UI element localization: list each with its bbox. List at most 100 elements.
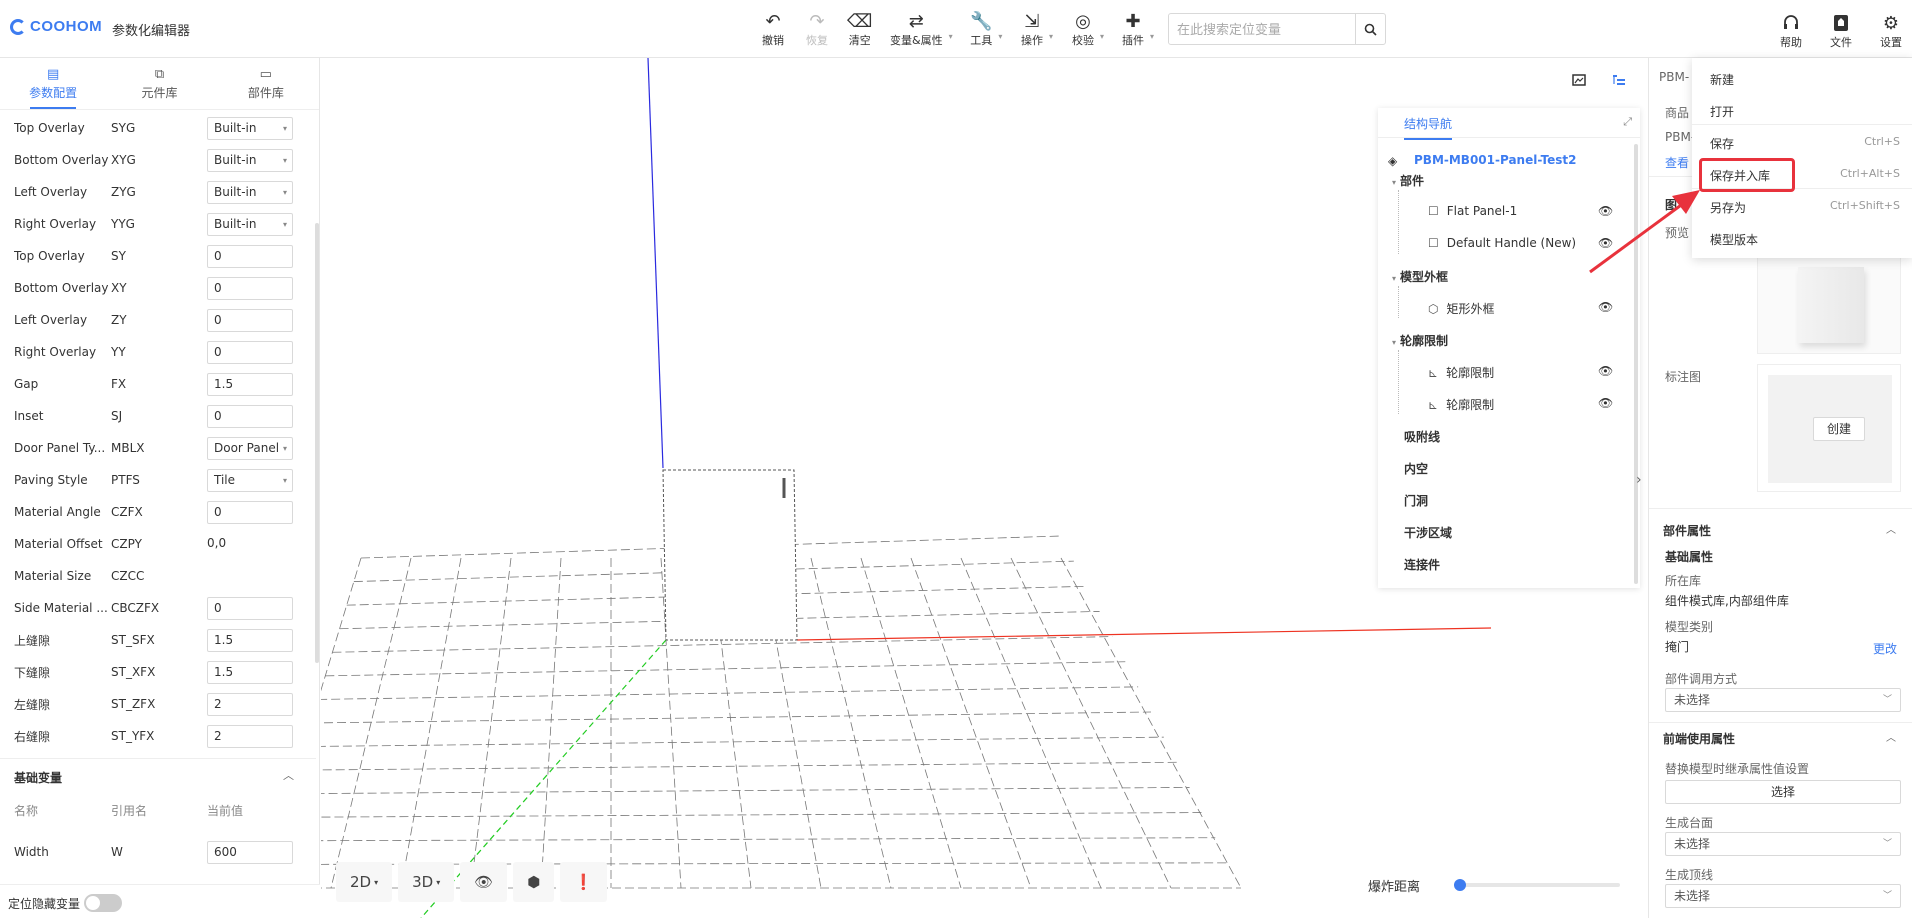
view-3d-button[interactable]: 3D ▾ xyxy=(398,862,455,902)
param-value-input[interactable]: 1.5 xyxy=(207,372,293,396)
search-input[interactable] xyxy=(1169,15,1355,43)
param-name: Top Overlay xyxy=(14,249,85,263)
hide-vars-switch[interactable] xyxy=(84,894,122,912)
eye-icon[interactable]: 👁 xyxy=(1598,236,1613,250)
tree-group[interactable]: ▾ 轮廓限制 xyxy=(1392,332,1448,349)
file-label: 文件 xyxy=(1830,36,1852,49)
param-value-select[interactable]: Built-in ▾ xyxy=(207,180,293,204)
expand-icon[interactable]: ⤢ xyxy=(1623,115,1632,129)
contour-icon: ⊾ xyxy=(1428,366,1439,380)
wrench-icon: 🔧 xyxy=(970,10,993,32)
eye-icon[interactable]: 👁 xyxy=(1598,300,1613,314)
plugin-label: 插件 xyxy=(1122,34,1144,47)
tab-component-library[interactable]: ⧉ 元件库 xyxy=(106,58,212,109)
tree-group[interactable]: 干涉区域 xyxy=(1404,524,1452,541)
app-root: COOHOM 参数化编辑器 ↶ 撤销 ↷ 恢复 ⌫ 清空 ⇄ 变量&属性 ▾ 🔧… xyxy=(0,0,1912,918)
structure-nav-title[interactable]: 结构导航 xyxy=(1404,115,1453,140)
tree-icon[interactable] xyxy=(1612,74,1626,90)
tree-group[interactable]: 门洞 xyxy=(1404,492,1428,509)
tree-group[interactable]: ▾ 模型外框 xyxy=(1392,268,1448,285)
visibility-button[interactable]: 👁 xyxy=(460,862,508,902)
param-value-input[interactable]: 0 xyxy=(207,404,293,428)
slider-knob[interactable] xyxy=(1454,879,1466,891)
tree-group[interactable]: 内空 xyxy=(1404,460,1428,477)
param-name: Left Overlay xyxy=(14,313,88,327)
param-value-input[interactable]: 0 xyxy=(207,500,293,524)
param-value-select[interactable]: Door Panel ▾ xyxy=(207,436,293,460)
menu-item[interactable]: 新建 xyxy=(1692,62,1912,94)
eye-icon[interactable]: 👁 xyxy=(1598,204,1613,218)
param-value-input[interactable]: 0 xyxy=(207,308,293,332)
tree-item[interactable]: ⊾ 轮廓限制 xyxy=(1428,396,1494,413)
select-button[interactable]: 选择 xyxy=(1665,780,1901,804)
tree-group[interactable]: 连接件 xyxy=(1404,556,1440,573)
view-2d-button[interactable]: 2D ▾ xyxy=(336,862,393,902)
tab-part-library[interactable]: ▭ 部件库 xyxy=(213,58,319,109)
param-value-input[interactable]: 0 xyxy=(207,340,293,364)
tree-item[interactable]: ⬡ 矩形外框 xyxy=(1428,300,1495,317)
basic-vars-header[interactable]: 基础变量 ︿ xyxy=(0,758,316,792)
view-link[interactable]: 查看 xyxy=(1665,154,1689,171)
basic-props-title: 基础属性 xyxy=(1665,550,1714,564)
param-value-text: 0,0 xyxy=(207,535,227,550)
param-icon: ▤ xyxy=(47,66,60,82)
tools-label: 工具 xyxy=(970,34,993,47)
operate-button[interactable]: ⇲ 操作 ▾ xyxy=(1021,10,1053,48)
left-scrollbar[interactable] xyxy=(315,223,319,663)
eye-icon[interactable]: 👁 xyxy=(1598,396,1613,410)
param-value-input[interactable]: 2 xyxy=(207,724,293,748)
divider xyxy=(1649,722,1912,723)
param-value-input[interactable]: 0 xyxy=(207,596,293,620)
param-value-input[interactable]: 2 xyxy=(207,692,293,716)
eye-icon[interactable]: 👁 xyxy=(1598,364,1613,378)
plugin-button[interactable]: ✚ 插件 ▾ xyxy=(1122,10,1154,48)
warning-button[interactable]: ❗ xyxy=(560,862,608,902)
structure-root[interactable]: PBM-MB001-Panel-Test2 xyxy=(1414,153,1577,167)
nav-scrollbar[interactable] xyxy=(1634,144,1638,584)
tree-item[interactable]: ⊾ 轮廓限制 xyxy=(1428,364,1494,381)
redo-button[interactable]: ↷ 恢复 xyxy=(806,10,828,48)
variable-button[interactable]: ⇄ 变量&属性 ▾ xyxy=(890,10,953,48)
door-panel-model[interactable] xyxy=(662,469,798,641)
gen-top-select[interactable]: 未选择 ﹀ xyxy=(1665,832,1901,856)
param-value-select[interactable]: Tile ▾ xyxy=(207,468,293,492)
tree-group[interactable]: 吸附线 xyxy=(1404,428,1440,445)
param-value-select[interactable]: Built-in ▾ xyxy=(207,148,293,172)
call-mode-select[interactable]: 未选择 ﹀ xyxy=(1665,688,1901,712)
settings-button[interactable]: ⚙ 设置 xyxy=(1880,12,1902,50)
param-value-text: 0 xyxy=(214,248,222,263)
param-value-select[interactable]: Built-in ▾ xyxy=(207,116,293,140)
check-button[interactable]: ◎ 校验 ▾ xyxy=(1072,10,1104,48)
param-value-input[interactable]: 1.5 xyxy=(207,628,293,652)
param-value-input[interactable]: 0 xyxy=(207,276,293,300)
chevron-up-icon[interactable]: ︿ xyxy=(1886,521,1896,536)
menu-item[interactable]: 模型版本 xyxy=(1692,222,1912,254)
param-value-select[interactable]: Built-in ▾ xyxy=(207,212,293,236)
cube-view-button[interactable]: ⬢ xyxy=(513,862,555,902)
gen-line-select[interactable]: 未选择 ﹀ xyxy=(1665,884,1901,908)
screenshot-icon[interactable] xyxy=(1572,74,1586,90)
menu-item[interactable]: 保存 Ctrl+S xyxy=(1692,126,1912,158)
var-value-input[interactable]: 600 xyxy=(207,840,293,864)
menu-item[interactable]: 打开 xyxy=(1692,94,1912,126)
undo-button[interactable]: ↶ 撤销 xyxy=(762,10,784,48)
search-icon[interactable] xyxy=(1355,14,1385,44)
tree-item-label: Flat Panel-1 xyxy=(1446,204,1518,218)
chevron-down-icon: ▾ xyxy=(282,155,287,165)
help-button[interactable]: 帮助 xyxy=(1780,12,1802,50)
file-button[interactable]: 文件 xyxy=(1830,12,1852,50)
change-link[interactable]: 更改 xyxy=(1873,640,1897,657)
create-button[interactable]: 创建 xyxy=(1813,417,1865,441)
chevron-up-icon[interactable]: ︿ xyxy=(1886,729,1896,744)
menu-item[interactable]: 另存为 Ctrl+Shift+S xyxy=(1692,190,1912,222)
tree-item[interactable]: ☐ Default Handle (New) xyxy=(1428,236,1576,250)
param-value-input[interactable]: 0 xyxy=(207,244,293,268)
tools-button[interactable]: 🔧 工具 ▾ xyxy=(970,10,1002,48)
collapse-right-icon[interactable]: › xyxy=(1636,472,1642,488)
explode-slider[interactable] xyxy=(1454,879,1620,891)
tree-group[interactable]: ▾ 部件 xyxy=(1392,172,1424,189)
param-value-input[interactable]: 1.5 xyxy=(207,660,293,684)
tab-param-config[interactable]: ▤ 参数配置 xyxy=(0,58,106,109)
clear-button[interactable]: ⌫ 清空 xyxy=(847,10,872,48)
tree-item[interactable]: ☐ Flat Panel-1 xyxy=(1428,204,1517,218)
